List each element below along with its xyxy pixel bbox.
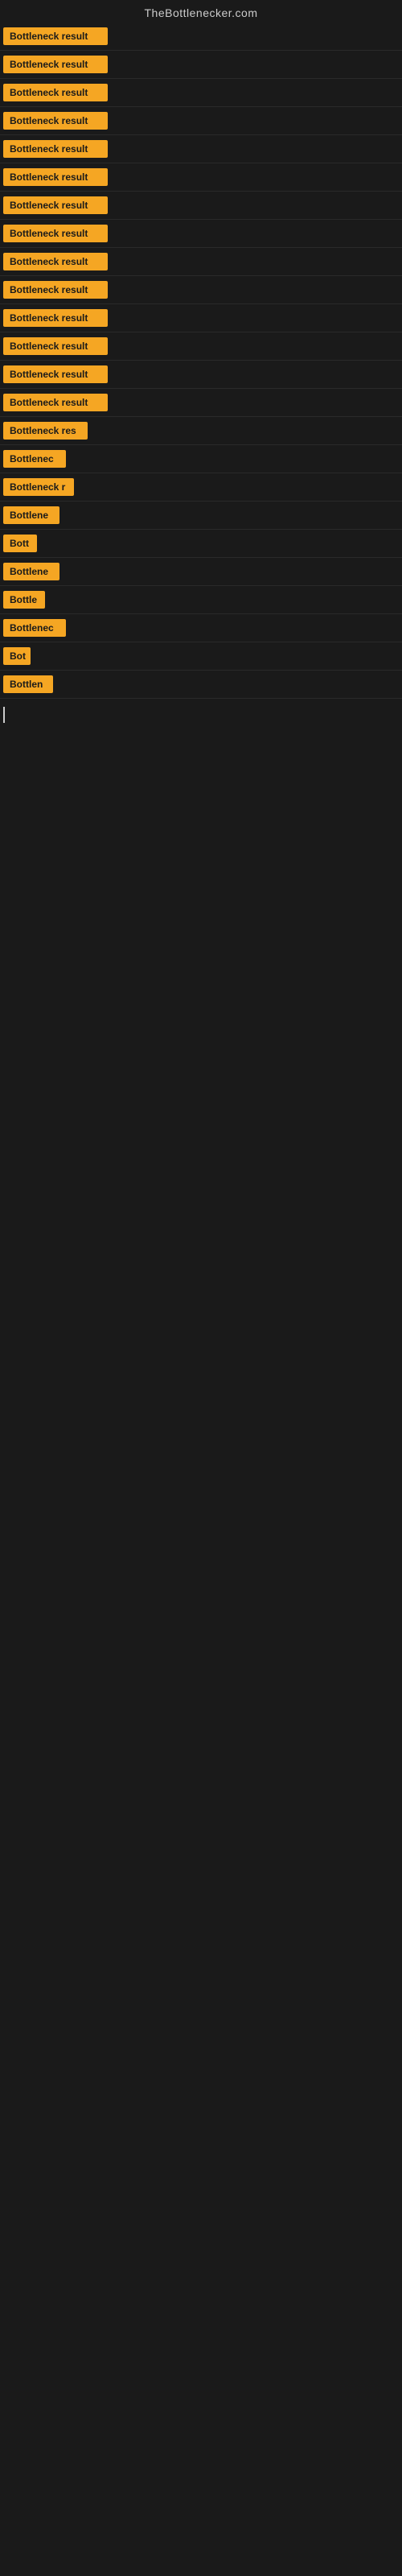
bottleneck-badge[interactable]: Bot: [3, 647, 31, 665]
bottleneck-badge[interactable]: Bottleneck result: [3, 253, 108, 270]
bottleneck-badge[interactable]: Bottlen: [3, 675, 53, 693]
site-header: TheBottlenecker.com: [0, 0, 402, 23]
result-row: Bottleneck result: [0, 23, 402, 51]
result-row: Bottleneck result: [0, 107, 402, 135]
result-row: Bottlen: [0, 671, 402, 699]
cursor-line: [3, 707, 5, 723]
bottleneck-badge[interactable]: Bottleneck result: [3, 27, 108, 45]
result-row: Bottlene: [0, 502, 402, 530]
bottleneck-badge[interactable]: Bottleneck result: [3, 309, 108, 327]
result-row: Bot: [0, 642, 402, 671]
bottleneck-badge[interactable]: Bottleneck result: [3, 84, 108, 101]
bottleneck-badge[interactable]: Bottleneck result: [3, 140, 108, 158]
bottleneck-badge[interactable]: Bottleneck result: [3, 394, 108, 411]
bottleneck-badge[interactable]: Bottleneck result: [3, 365, 108, 383]
bottleneck-badge[interactable]: Bottleneck r: [3, 478, 74, 496]
result-row: Bottleneck r: [0, 473, 402, 502]
bottleneck-badge[interactable]: Bottle: [3, 591, 45, 609]
result-row: Bottleneck res: [0, 417, 402, 445]
result-row: Bottleneck result: [0, 135, 402, 163]
result-row: Bott: [0, 530, 402, 558]
result-row: Bottleneck result: [0, 220, 402, 248]
results-container: Bottleneck result Bottleneck result Bottle…: [0, 23, 402, 699]
bottleneck-badge[interactable]: Bottleneck result: [3, 196, 108, 214]
bottleneck-badge[interactable]: Bottleneck result: [3, 56, 108, 73]
result-row: Bottlene: [0, 558, 402, 586]
bottleneck-badge[interactable]: Bottlenec: [3, 450, 66, 468]
result-row: Bottleneck result: [0, 276, 402, 304]
bottleneck-badge[interactable]: Bottleneck result: [3, 168, 108, 186]
bottleneck-badge[interactable]: Bottleneck result: [3, 225, 108, 242]
bottleneck-badge[interactable]: Bottleneck result: [3, 337, 108, 355]
bottleneck-badge[interactable]: Bottlenec: [3, 619, 66, 637]
bottleneck-badge[interactable]: Bottlene: [3, 563, 59, 580]
result-row: Bottleneck result: [0, 361, 402, 389]
result-row: Bottleneck result: [0, 51, 402, 79]
result-row: Bottleneck result: [0, 332, 402, 361]
result-row: Bottlenec: [0, 614, 402, 642]
result-row: Bottleneck result: [0, 163, 402, 192]
result-row: Bottleneck result: [0, 192, 402, 220]
result-row: Bottleneck result: [0, 248, 402, 276]
site-title: TheBottlenecker.com: [144, 6, 257, 19]
result-row: Bottleneck result: [0, 304, 402, 332]
bottleneck-badge[interactable]: Bottleneck result: [3, 112, 108, 130]
result-row: Bottle: [0, 586, 402, 614]
result-row: Bottlenec: [0, 445, 402, 473]
bottleneck-badge[interactable]: Bottlene: [3, 506, 59, 524]
bottleneck-badge[interactable]: Bottleneck res: [3, 422, 88, 440]
bottleneck-badge[interactable]: Bott: [3, 535, 37, 552]
result-row: Bottleneck result: [0, 389, 402, 417]
result-row: Bottleneck result: [0, 79, 402, 107]
bottleneck-badge[interactable]: Bottleneck result: [3, 281, 108, 299]
